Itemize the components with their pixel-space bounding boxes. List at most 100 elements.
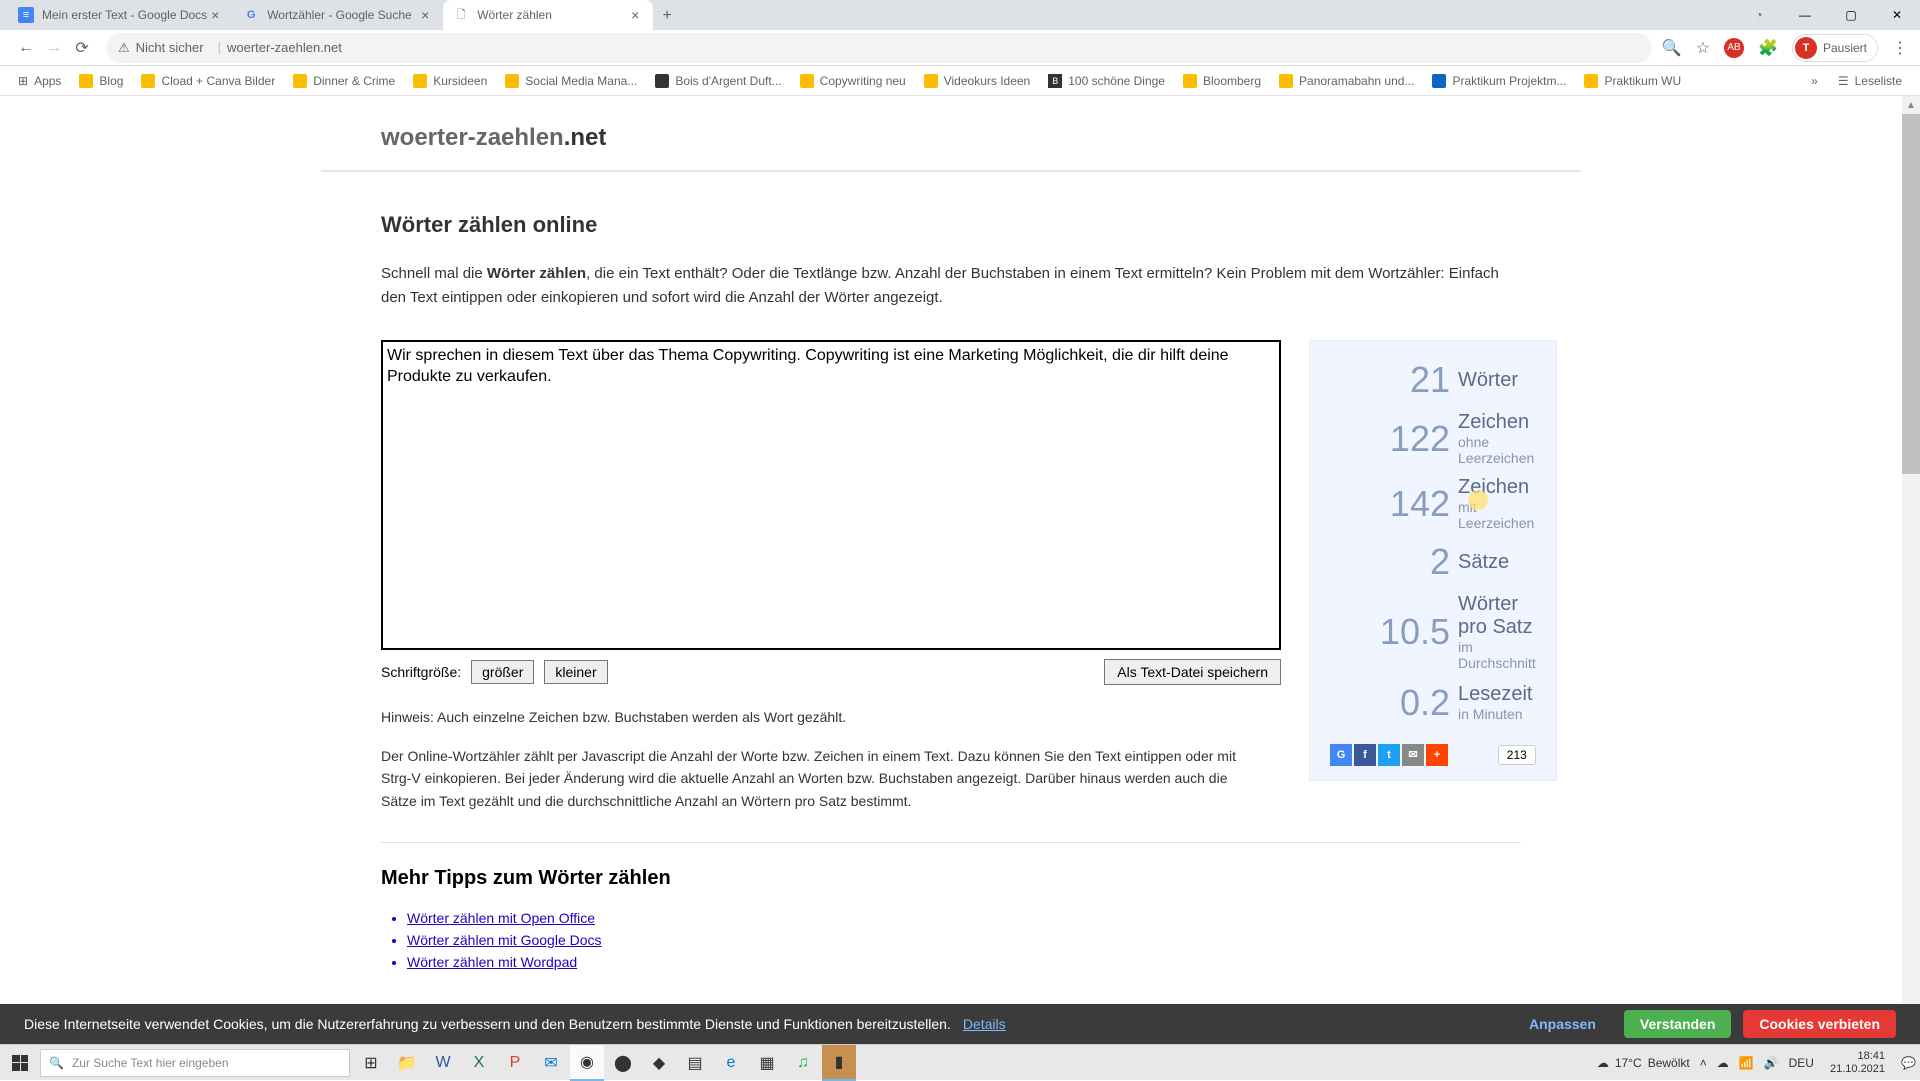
stat-chars-no-spaces: 122 Zeichenohne Leerzeichen bbox=[1330, 411, 1536, 466]
folder-icon bbox=[413, 74, 427, 88]
app-icon[interactable]: ▦ bbox=[750, 1045, 784, 1081]
bookmark-item[interactable]: Cload + Canva Bilder bbox=[133, 72, 283, 90]
tab-woerter-zaehlen[interactable]: 🗋 Wörter zählen × bbox=[443, 0, 653, 30]
close-icon[interactable]: × bbox=[417, 7, 433, 23]
address-bar[interactable]: ⚠ Nicht sicher | woerter-zaehlen.net bbox=[106, 33, 1652, 63]
share-google-icon[interactable]: G bbox=[1330, 744, 1352, 766]
save-as-text-button[interactable]: Als Text-Datei speichern bbox=[1104, 659, 1281, 685]
wifi-icon[interactable]: 📶 bbox=[1739, 1056, 1754, 1070]
stat-words: 21 Wörter bbox=[1330, 359, 1536, 401]
folder-icon bbox=[924, 74, 938, 88]
app-icon[interactable]: ▮ bbox=[822, 1045, 856, 1081]
excel-icon[interactable]: X bbox=[462, 1045, 496, 1081]
start-button[interactable] bbox=[0, 1045, 40, 1081]
tip-link[interactable]: Wörter zählen mit Google Docs bbox=[407, 932, 602, 948]
app-icon[interactable]: ▤ bbox=[678, 1045, 712, 1081]
bookmarks-bar: ⊞Apps Blog Cload + Canva Bilder Dinner &… bbox=[0, 66, 1920, 96]
word-icon[interactable]: W bbox=[426, 1045, 460, 1081]
extension-adblock-icon[interactable]: AB bbox=[1724, 38, 1744, 58]
extensions-icon[interactable]: 🧩 bbox=[1758, 38, 1778, 58]
bookmark-item[interactable]: Videokurs Ideen bbox=[916, 72, 1039, 90]
list-item: Wörter zählen mit Google Docs bbox=[407, 932, 1521, 948]
bigger-button[interactable]: größer bbox=[471, 660, 534, 684]
tips-list: Wörter zählen mit Open Office Wörter zäh… bbox=[407, 910, 1521, 970]
tip-link[interactable]: Wörter zählen mit Open Office bbox=[407, 910, 595, 926]
cookie-banner: Diese Internetseite verwendet Cookies, u… bbox=[0, 1004, 1920, 1044]
new-tab-button[interactable]: + bbox=[653, 2, 681, 30]
bookmark-item[interactable]: Dinner & Crime bbox=[285, 72, 403, 90]
onedrive-icon[interactable]: ☁ bbox=[1717, 1056, 1729, 1070]
zoom-icon[interactable]: 🔍 bbox=[1662, 38, 1682, 58]
bookmark-item[interactable]: Kursideen bbox=[405, 72, 495, 90]
share-facebook-icon[interactable]: f bbox=[1354, 744, 1376, 766]
explorer-icon[interactable]: 📁 bbox=[390, 1045, 424, 1081]
share-mail-icon[interactable]: ✉ bbox=[1402, 744, 1424, 766]
weather-widget[interactable]: ☁ 17°C Bewölkt bbox=[1597, 1056, 1690, 1070]
scroll-up-icon[interactable]: ▲ bbox=[1902, 96, 1920, 114]
edge-icon[interactable]: e bbox=[714, 1045, 748, 1081]
volume-icon[interactable]: 🔊 bbox=[1764, 1056, 1779, 1070]
bookmark-item[interactable]: Panoramabahn und... bbox=[1271, 72, 1422, 90]
notifications-icon[interactable]: 💬 bbox=[1901, 1056, 1916, 1070]
list-icon: ☰ bbox=[1838, 74, 1849, 88]
site-header: woerter-zaehlen.net bbox=[321, 96, 1581, 172]
bookmark-item[interactable]: B100 schöne Dinge bbox=[1040, 72, 1173, 90]
back-button[interactable]: ← bbox=[12, 34, 40, 62]
cookie-accept-button[interactable]: Verstanden bbox=[1624, 1010, 1731, 1038]
avatar: T bbox=[1795, 37, 1817, 59]
close-icon[interactable]: × bbox=[207, 7, 223, 23]
taskbar-search[interactable]: 🔍 Zur Suche Text hier eingeben bbox=[40, 1049, 350, 1077]
share-twitter-icon[interactable]: t bbox=[1378, 744, 1400, 766]
bookmark-item[interactable]: Copywriting neu bbox=[792, 72, 914, 90]
cookie-customize-button[interactable]: Anpassen bbox=[1513, 1010, 1612, 1038]
bookmark-item[interactable]: Praktikum WU bbox=[1576, 72, 1689, 90]
reading-list-button[interactable]: ☰Leseliste bbox=[1830, 72, 1910, 90]
bookmark-item[interactable]: Praktikum Projektm... bbox=[1424, 72, 1574, 90]
site-logo[interactable]: woerter-zaehlen.net bbox=[381, 124, 1521, 152]
insecure-icon: ⚠ bbox=[118, 40, 130, 56]
minimize-button[interactable]: — bbox=[1782, 0, 1828, 30]
share-plus-icon[interactable]: + bbox=[1426, 744, 1448, 766]
menu-icon[interactable]: ⋮ bbox=[1892, 38, 1908, 58]
app-icon[interactable]: ◆ bbox=[642, 1045, 676, 1081]
bookmark-item[interactable]: Bloomberg bbox=[1175, 72, 1269, 90]
page-icon: B bbox=[1048, 74, 1062, 88]
page-icon bbox=[1432, 74, 1446, 88]
stat-read-time: 0.2 Lesezeitin Minuten bbox=[1330, 682, 1536, 724]
tab-title: Wortzähler - Google Suche bbox=[267, 8, 417, 22]
obs-icon[interactable]: ⬤ bbox=[606, 1045, 640, 1081]
tab-title: Mein erster Text - Google Docs bbox=[42, 8, 207, 22]
maximize-button[interactable]: ▢ bbox=[1828, 0, 1874, 30]
reload-button[interactable]: ⟳ bbox=[68, 34, 96, 62]
bookmark-item[interactable]: Bois d'Argent Duft... bbox=[647, 72, 789, 90]
profile-button[interactable]: T Pausiert bbox=[1792, 34, 1878, 62]
bookmark-item[interactable]: Social Media Mana... bbox=[497, 72, 645, 90]
cookie-reject-button[interactable]: Cookies verbieten bbox=[1743, 1010, 1896, 1038]
tip-link[interactable]: Wörter zählen mit Wordpad bbox=[407, 954, 577, 970]
bookmark-star-icon[interactable]: ☆ bbox=[1696, 38, 1710, 58]
cookie-details-link[interactable]: Details bbox=[963, 1016, 1006, 1032]
bookmark-item[interactable]: Blog bbox=[71, 72, 131, 90]
task-view-icon[interactable]: ⊞ bbox=[354, 1045, 388, 1081]
mail-icon[interactable]: ✉ bbox=[534, 1045, 568, 1081]
chevron-up-icon[interactable]: ˄ bbox=[1700, 1056, 1707, 1070]
language-indicator[interactable]: DEU bbox=[1789, 1056, 1814, 1070]
folder-icon bbox=[1584, 74, 1598, 88]
share-icons: G f t ✉ + bbox=[1330, 744, 1448, 766]
scroll-thumb[interactable] bbox=[1902, 114, 1920, 474]
account-icon[interactable]: ◔ bbox=[1736, 0, 1782, 30]
powerpoint-icon[interactable]: P bbox=[498, 1045, 532, 1081]
close-icon[interactable]: × bbox=[627, 7, 643, 23]
apps-button[interactable]: ⊞Apps bbox=[10, 72, 69, 90]
scrollbar[interactable]: ▲ bbox=[1902, 96, 1920, 1044]
close-window-button[interactable]: ✕ bbox=[1874, 0, 1920, 30]
bookmarks-overflow[interactable]: » bbox=[1801, 74, 1828, 88]
tab-google-search[interactable]: G Wortzähler - Google Suche × bbox=[233, 0, 443, 30]
smaller-button[interactable]: kleiner bbox=[544, 660, 607, 684]
spotify-icon[interactable]: ♫ bbox=[786, 1045, 820, 1081]
tab-google-docs[interactable]: ≡ Mein erster Text - Google Docs × bbox=[8, 0, 233, 30]
clock[interactable]: 18:41 21.10.2021 bbox=[1824, 1050, 1891, 1074]
forward-button[interactable]: → bbox=[40, 34, 68, 62]
chrome-icon[interactable]: ◉ bbox=[570, 1045, 604, 1081]
text-input[interactable] bbox=[381, 340, 1281, 650]
